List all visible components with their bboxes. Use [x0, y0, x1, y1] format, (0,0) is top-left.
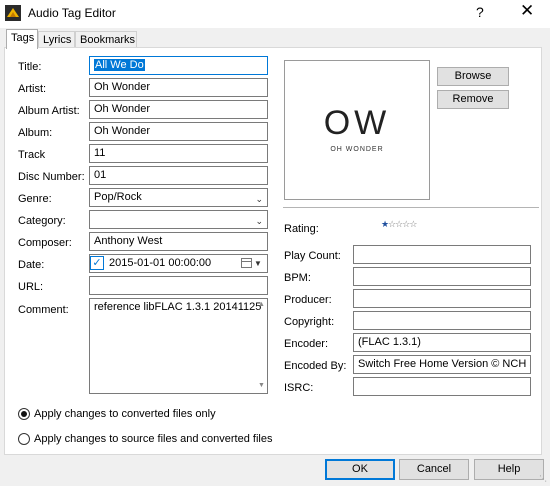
ok-button[interactable]: OK [325, 459, 395, 480]
help-button[interactable]: Help [474, 459, 544, 480]
window-title: Audio Tag Editor [28, 6, 116, 20]
comment-label: Comment: [18, 304, 69, 316]
genre-select[interactable]: Pop/Rock ⌄ [89, 188, 268, 207]
star-empty-icon[interactable]: ☆ [409, 219, 417, 229]
disc-number-input[interactable]: 01 [89, 166, 268, 185]
apply-converted-only-radio[interactable] [18, 408, 30, 420]
category-select[interactable]: ⌄ [89, 210, 268, 229]
cover-logo-text: OW [323, 104, 391, 142]
category-label: Category: [18, 215, 66, 227]
bpm-input[interactable] [353, 267, 531, 286]
encoded-by-input[interactable]: Switch Free Home Version © NCH Software [353, 355, 531, 374]
artist-input[interactable]: Oh Wonder [89, 78, 268, 97]
date-label: Date: [18, 259, 45, 271]
play-count-label: Play Count: [284, 250, 341, 262]
title-label: Title: [18, 61, 42, 73]
scroll-down-icon[interactable]: ▼ [258, 382, 265, 389]
url-label: URL: [18, 281, 44, 293]
url-input[interactable] [89, 276, 268, 295]
tab-tags[interactable]: Tags [6, 29, 38, 49]
artist-label: Artist: [18, 83, 47, 95]
date-value: 2015-01-01 00:00:00 [109, 257, 212, 269]
help-title-button[interactable]: ? [476, 4, 484, 20]
composer-label: Composer: [18, 237, 72, 249]
comment-textarea[interactable]: reference libFLAC 1.3.1 20141125 [89, 298, 268, 394]
date-enable-checkbox[interactable]: ✓ [90, 256, 104, 270]
isrc-label: ISRC: [284, 382, 314, 394]
play-count-input[interactable] [353, 245, 531, 264]
album-input[interactable]: Oh Wonder [89, 122, 268, 141]
cover-image: OW OH WONDER [288, 64, 426, 196]
producer-label: Producer: [284, 294, 332, 306]
title-input-text: All We Do [94, 59, 145, 71]
encoder-label: Encoder: [284, 338, 329, 350]
genre-select-value: Pop/Rock [94, 191, 142, 203]
copyright-input[interactable] [353, 311, 531, 330]
title-bar: Audio Tag Editor ? ✕ [0, 0, 550, 28]
rating-label: Rating: [284, 223, 319, 235]
cancel-button[interactable]: Cancel [399, 459, 469, 480]
title-input[interactable]: All We Do [89, 56, 268, 75]
album-label: Album: [18, 127, 53, 139]
close-button[interactable]: ✕ [520, 1, 534, 21]
date-dropdown-icon[interactable]: ▼ [254, 259, 262, 268]
resize-grip-icon[interactable]: ⋱ [539, 474, 547, 483]
remove-button[interactable]: Remove [437, 90, 509, 109]
cover-art: OW OH WONDER [284, 60, 430, 200]
track-label: Track [18, 149, 46, 161]
genre-label: Genre: [18, 193, 52, 205]
browse-button[interactable]: Browse [437, 67, 509, 86]
app-logo-icon [5, 5, 21, 21]
scroll-up-icon[interactable]: ▲ [258, 301, 265, 308]
apply-source-and-converted-label[interactable]: Apply changes to source files and conver… [34, 432, 272, 446]
chevron-down-icon: ⌄ [255, 194, 263, 204]
disc-number-label: Disc Number: [18, 171, 85, 183]
comment-text: reference libFLAC 1.3.1 20141125 [94, 301, 262, 313]
encoder-input[interactable]: (FLAC 1.3.1) [353, 333, 531, 352]
album-artist-input[interactable]: Oh Wonder [89, 100, 268, 119]
chevron-down-icon: ⌄ [255, 216, 263, 226]
track-input[interactable]: 11 [89, 144, 268, 163]
apply-source-and-converted-radio[interactable] [18, 433, 30, 445]
producer-input[interactable] [353, 289, 531, 308]
copyright-label: Copyright: [284, 316, 335, 328]
isrc-input[interactable] [353, 377, 531, 396]
encoded-by-label: Encoded By: [284, 360, 347, 372]
radio-selected-dot [21, 411, 27, 417]
apply-converted-only-label[interactable]: Apply changes to converted files only [34, 407, 216, 421]
bpm-label: BPM: [284, 272, 311, 284]
calendar-icon[interactable] [241, 258, 252, 268]
rating-stars[interactable]: ★☆☆☆☆ [381, 219, 417, 230]
composer-input[interactable]: Anthony West [89, 232, 268, 251]
cover-artist-text: OH WONDER [330, 146, 384, 153]
album-artist-label: Album Artist: [18, 105, 80, 117]
section-divider [283, 207, 539, 208]
